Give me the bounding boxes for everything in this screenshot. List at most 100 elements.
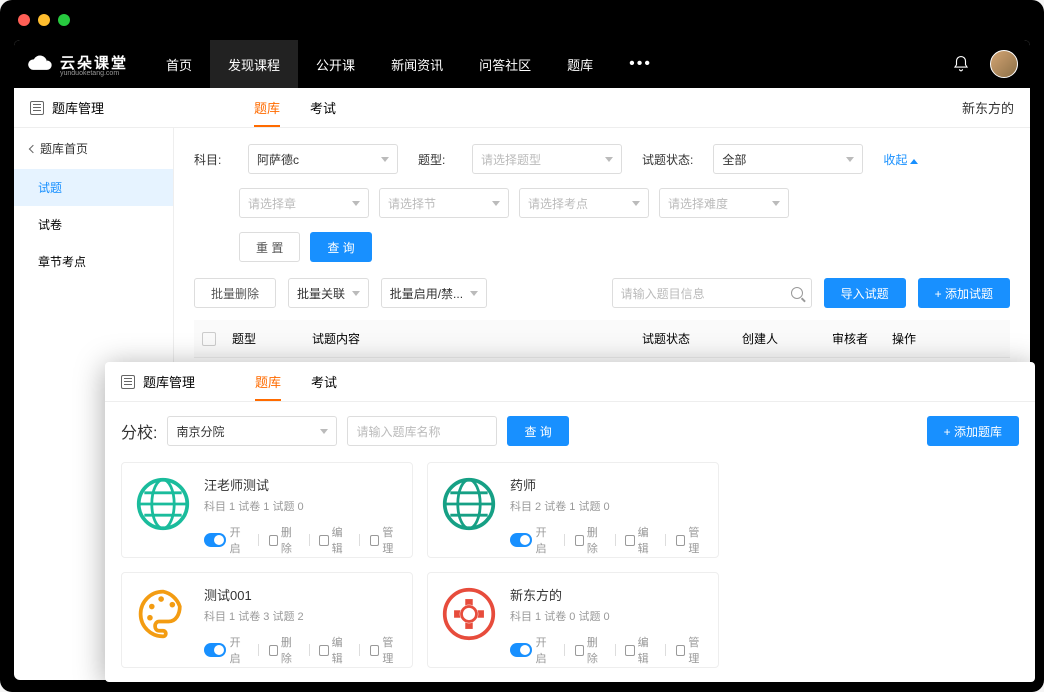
nav-item[interactable]: 题库 <box>549 40 611 88</box>
doc-icon <box>121 375 135 389</box>
subject-select[interactable]: 阿萨德c <box>248 144 398 174</box>
question-search-input[interactable]: 请输入题目信息 <box>612 278 812 308</box>
nav-item[interactable]: 首页 <box>148 40 210 88</box>
filter-select[interactable]: 请选择节 <box>379 188 509 218</box>
page-header: 题库管理 题库考试 <box>105 362 1035 402</box>
card-manage-button[interactable]: 管理 <box>676 634 706 666</box>
logo[interactable]: 云朵课堂 yunduoketang.com <box>26 50 128 78</box>
minimize-window-button[interactable] <box>38 14 50 26</box>
bank-list-window: 题库管理 题库考试 分校: 南京分院 请输入题库名称 查 询 + 添加题库 汪老… <box>105 362 1035 682</box>
trash-icon <box>575 645 584 656</box>
maximize-window-button[interactable] <box>58 14 70 26</box>
card-delete-button[interactable]: 删除 <box>575 634 605 666</box>
avatar[interactable] <box>990 50 1018 78</box>
add-bank-button[interactable]: + 添加题库 <box>927 416 1019 446</box>
sidebar-back-button[interactable]: 题库首页 <box>14 128 173 169</box>
doc-icon <box>30 101 44 115</box>
tab[interactable]: 题库 <box>255 362 281 401</box>
divider <box>359 534 360 546</box>
chevron-down-icon <box>381 157 389 162</box>
bank-card[interactable]: 新东方的科目 1 试卷 0 试题 0开启删除编辑管理 <box>427 572 719 668</box>
bank-name-input[interactable]: 请输入题库名称 <box>347 416 497 446</box>
divider <box>309 534 310 546</box>
cloud-logo-icon <box>26 50 54 78</box>
nav-more-button[interactable]: ••• <box>611 55 670 73</box>
card-manage-button[interactable]: 管理 <box>676 524 706 556</box>
type-select[interactable]: 请选择题型 <box>472 144 622 174</box>
chevron-left-icon <box>29 144 37 152</box>
card-actions: 开启删除编辑管理 <box>204 524 400 556</box>
bank-card[interactable]: 测试001科目 1 试卷 3 试题 2开启删除编辑管理 <box>121 572 413 668</box>
tab[interactable]: 题库 <box>254 88 280 127</box>
card-meta: 科目 1 试卷 0 试题 0 <box>510 608 706 624</box>
status-select[interactable]: 全部 <box>713 144 863 174</box>
select-all-checkbox[interactable] <box>202 332 216 346</box>
card-delete-button[interactable]: 删除 <box>269 634 299 666</box>
th-reviewer: 审核者 <box>832 330 892 347</box>
top-nav: 云朵课堂 yunduoketang.com 首页发现课程公开课新闻资讯问答社区题… <box>14 40 1030 88</box>
add-question-button[interactable]: + 添加试题 <box>918 278 1010 308</box>
sidebar-item[interactable]: 试题 <box>14 169 173 206</box>
branch-select[interactable]: 南京分院 <box>167 416 337 446</box>
chevron-down-icon <box>605 157 613 162</box>
card-edit-button[interactable]: 编辑 <box>319 524 349 556</box>
open-toggle[interactable] <box>204 533 226 547</box>
open-toggle[interactable] <box>510 643 532 657</box>
card-manage-button[interactable]: 管理 <box>370 524 400 556</box>
divider <box>615 644 616 656</box>
open-toggle[interactable] <box>204 643 226 657</box>
reset-button[interactable]: 重 置 <box>239 232 300 262</box>
divider <box>665 534 666 546</box>
open-toggle[interactable] <box>510 533 532 547</box>
import-button[interactable]: 导入试题 <box>824 278 906 308</box>
nav-item[interactable]: 新闻资讯 <box>373 40 461 88</box>
open-label: 开启 <box>536 634 554 666</box>
trash-icon <box>269 535 278 546</box>
open-label: 开启 <box>230 524 248 556</box>
batch-delete-button[interactable]: 批量删除 <box>194 278 276 308</box>
bell-icon[interactable] <box>952 55 970 73</box>
subject-label: 科目: <box>194 151 228 168</box>
bank-card[interactable]: 药师科目 2 试卷 1 试题 0开启删除编辑管理 <box>427 462 719 558</box>
username-label: 新东方的 <box>962 98 1014 117</box>
open-label: 开启 <box>536 524 554 556</box>
table-header: 题型 试题内容 试题状态 创建人 审核者 操作 <box>194 320 1010 358</box>
trash-icon <box>269 645 278 656</box>
page-header: 题库管理 题库考试 新东方的 <box>14 88 1030 128</box>
chevron-down-icon <box>632 201 640 206</box>
logo-subtext: yunduoketang.com <box>60 70 128 77</box>
tab[interactable]: 考试 <box>310 88 336 127</box>
card-edit-button[interactable]: 编辑 <box>625 524 655 556</box>
card-delete-button[interactable]: 删除 <box>575 524 605 556</box>
nav-item[interactable]: 发现课程 <box>210 40 298 88</box>
card-edit-button[interactable]: 编辑 <box>319 634 349 666</box>
tab[interactable]: 考试 <box>311 362 337 401</box>
bank-search-button[interactable]: 查 询 <box>507 416 568 446</box>
th-action: 操作 <box>892 330 1002 347</box>
chevron-down-icon <box>352 201 360 206</box>
card-edit-button[interactable]: 编辑 <box>625 634 655 666</box>
card-delete-button[interactable]: 删除 <box>269 524 299 556</box>
edit-icon <box>319 535 328 546</box>
page-title: 题库管理 <box>143 372 195 391</box>
sidebar-item[interactable]: 试卷 <box>14 206 173 243</box>
card-meta: 科目 1 试卷 3 试题 2 <box>204 608 400 624</box>
nav-item[interactable]: 公开课 <box>298 40 373 88</box>
divider <box>258 534 259 546</box>
sidebar-item[interactable]: 章节考点 <box>14 243 173 280</box>
nav-item[interactable]: 问答社区 <box>461 40 549 88</box>
batch-toggle-select[interactable]: 批量启用/禁... <box>381 278 487 308</box>
filter-select[interactable]: 请选择章 <box>239 188 369 218</box>
card-actions: 开启删除编辑管理 <box>204 634 400 666</box>
divider <box>564 644 565 656</box>
search-button[interactable]: 查 询 <box>310 232 371 262</box>
page-title: 题库管理 <box>52 98 104 117</box>
filter-select[interactable]: 请选择考点 <box>519 188 649 218</box>
card-manage-button[interactable]: 管理 <box>370 634 400 666</box>
bank-card[interactable]: 汪老师测试科目 1 试卷 1 试题 0开启删除编辑管理 <box>121 462 413 558</box>
globe-icon <box>440 475 498 533</box>
collapse-toggle[interactable]: 收起 <box>883 151 918 168</box>
batch-relate-select[interactable]: 批量关联 <box>288 278 369 308</box>
close-window-button[interactable] <box>18 14 30 26</box>
filter-select[interactable]: 请选择难度 <box>659 188 789 218</box>
